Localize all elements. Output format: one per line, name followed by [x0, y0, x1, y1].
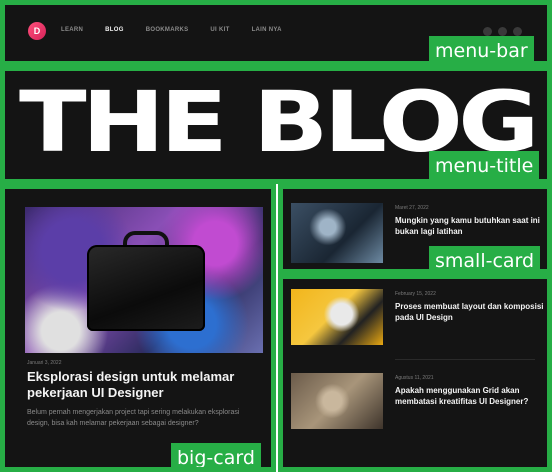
social-icon[interactable] — [498, 27, 507, 36]
social-icon[interactable] — [483, 27, 492, 36]
region-label: small-card — [429, 246, 541, 269]
post-date: February 15, 2022 — [395, 291, 436, 297]
menu-title: THE BLOG menu-title — [0, 66, 552, 184]
list-item[interactable]: Agustus 11, 2021 Apakah menggunakan Grid… — [291, 373, 547, 433]
region-label: menu-bar — [429, 36, 534, 61]
post-title[interactable]: Eksplorasi design untuk melamar pekerjaa… — [27, 369, 247, 401]
nav-item-learn[interactable]: LEARN — [61, 27, 83, 33]
region-label: big-card — [171, 443, 261, 467]
post-thumbnail[interactable] — [291, 203, 383, 263]
small-card[interactable]: Maret 27, 2022 Mungkin yang kamu butuhka… — [278, 184, 552, 274]
menu-bar: D LEARN BLOG BOOKMARKS UI KIT LAIN NYA m… — [0, 0, 552, 66]
post-date: Januari 3, 2022 — [27, 360, 62, 366]
post-title[interactable]: Proses membuat layout dan komposisi pada… — [395, 301, 545, 323]
big-card[interactable]: Januari 3, 2022 Eksplorasi design untuk … — [0, 184, 276, 472]
list-item[interactable]: February 15, 2022 Proses membuat layout … — [291, 289, 547, 349]
post-title[interactable]: Apakah menggunakan Grid akan membatasi k… — [395, 385, 545, 407]
nav-item-lain-nya[interactable]: LAIN NYA — [252, 27, 282, 33]
nav-item-ui-kit[interactable]: UI KIT — [210, 27, 229, 33]
social-icon[interactable] — [513, 27, 522, 36]
post-date: Maret 27, 2022 — [395, 205, 429, 211]
post-excerpt: Belum pernah mengerjakan project tapi se… — [27, 409, 240, 427]
region-label: menu-title — [429, 151, 540, 179]
divider — [395, 359, 535, 360]
post-thumbnail[interactable] — [291, 373, 383, 429]
nav-item-bookmarks[interactable]: BOOKMARKS — [146, 27, 189, 33]
bag-graphic — [87, 245, 205, 331]
site-logo[interactable]: D — [28, 22, 46, 40]
post-thumbnail[interactable] — [291, 289, 383, 345]
post-date: Agustus 11, 2021 — [395, 375, 434, 381]
nav-item-blog[interactable]: BLOG — [105, 27, 124, 33]
social-icons — [483, 27, 522, 36]
post-list: February 15, 2022 Proses membuat layout … — [278, 274, 552, 472]
nav-menu: LEARN BLOG BOOKMARKS UI KIT LAIN NYA — [61, 27, 304, 33]
post-title[interactable]: Mungkin yang kamu butuhkan saat ini buka… — [395, 215, 545, 237]
